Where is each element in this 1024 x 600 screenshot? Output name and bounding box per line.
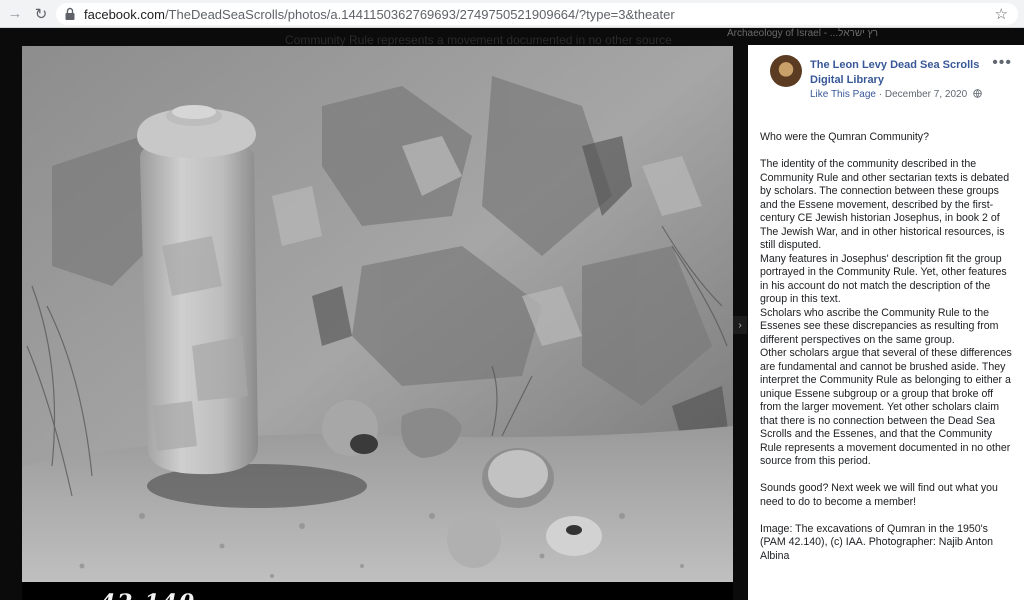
page-avatar[interactable] — [770, 55, 802, 87]
photo-illustration — [22, 46, 733, 600]
address-bar[interactable]: facebook.com/TheDeadSeaScrolls/photos/a.… — [56, 3, 1018, 25]
post-meta: Like This Page · December 7, 2020 — [810, 89, 982, 100]
bookmark-star-icon[interactable]: ☆ — [995, 5, 1008, 23]
post-paragraph: Sounds good? Next week we will find out … — [760, 482, 998, 508]
globe-icon — [973, 89, 982, 98]
post-paragraph: Scholars who ascribe the Community Rule … — [760, 306, 999, 346]
post-paragraph: Other scholars argue that several of the… — [760, 347, 1012, 467]
reload-icon[interactable]: ↻ — [30, 3, 52, 25]
like-page-link[interactable]: Like This Page — [810, 89, 876, 100]
page-name-link[interactable]: The Leon Levy Dead Sea Scrolls Digital L… — [810, 58, 990, 88]
post-date[interactable]: December 7, 2020 — [885, 89, 967, 100]
next-photo-arrow-icon[interactable]: › — [733, 316, 747, 334]
url-text: facebook.com/TheDeadSeaScrolls/photos/a.… — [84, 6, 675, 22]
post-header: The Leon Levy Dead Sea Scrolls Digital L… — [760, 45, 1024, 115]
lock-icon — [65, 7, 75, 20]
background-ghost-text: Community Rule represents a movement doc… — [285, 33, 672, 47]
post-photo[interactable]: 42.140 — [22, 46, 733, 600]
browser-toolbar: → ↻ facebook.com/TheDeadSeaScrolls/photo… — [0, 0, 1024, 28]
background-ghost-right: Archaeology of Israel - ...רץ ישראל — [727, 28, 878, 39]
photo-catalog-number: 42.140 — [100, 590, 196, 600]
post-paragraph: Many features in Josephus' description f… — [760, 252, 1007, 306]
back-arrow-icon[interactable]: → — [4, 3, 26, 25]
post-paragraph: The identity of the community described … — [760, 158, 1010, 251]
post-text: Who were the Qumran Community? The ident… — [760, 131, 1015, 563]
more-options-icon[interactable]: ••• — [992, 54, 1012, 72]
post-paragraph: Who were the Qumran Community? — [760, 131, 929, 143]
post-sidebar: The Leon Levy Dead Sea Scrolls Digital L… — [748, 45, 1024, 600]
post-paragraph: Image: The excavations of Qumran in the … — [760, 522, 993, 562]
